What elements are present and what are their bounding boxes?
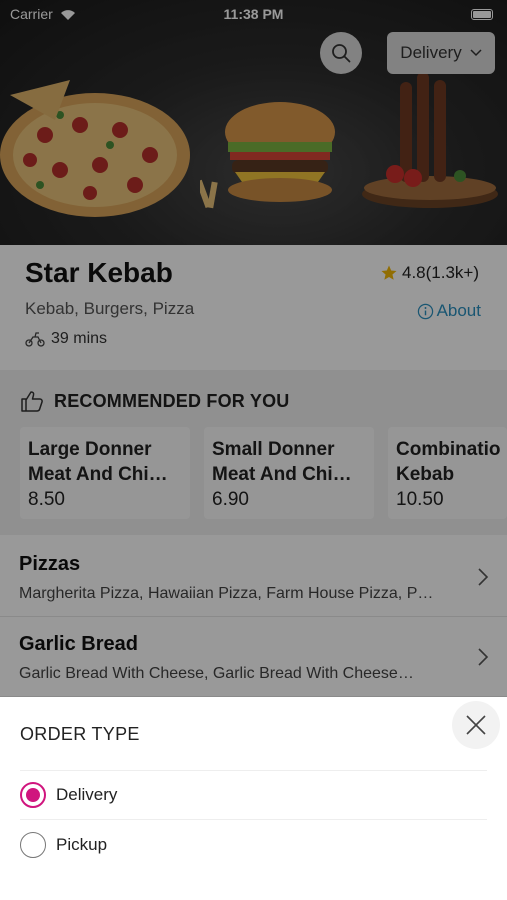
close-icon [466,715,486,735]
radio-button[interactable] [20,832,46,858]
close-button[interactable] [452,701,500,749]
divider [20,819,487,820]
option-label: Delivery [56,785,118,804]
option-label: Pickup [56,835,108,854]
order-type-sheet: ORDER TYPE Delivery Pickup [0,697,507,900]
option-pickup[interactable]: Pickup [20,821,487,869]
radio-button-selected[interactable] [20,782,46,808]
sheet-title: ORDER TYPE [20,724,140,744]
option-delivery[interactable]: Delivery [20,771,487,819]
